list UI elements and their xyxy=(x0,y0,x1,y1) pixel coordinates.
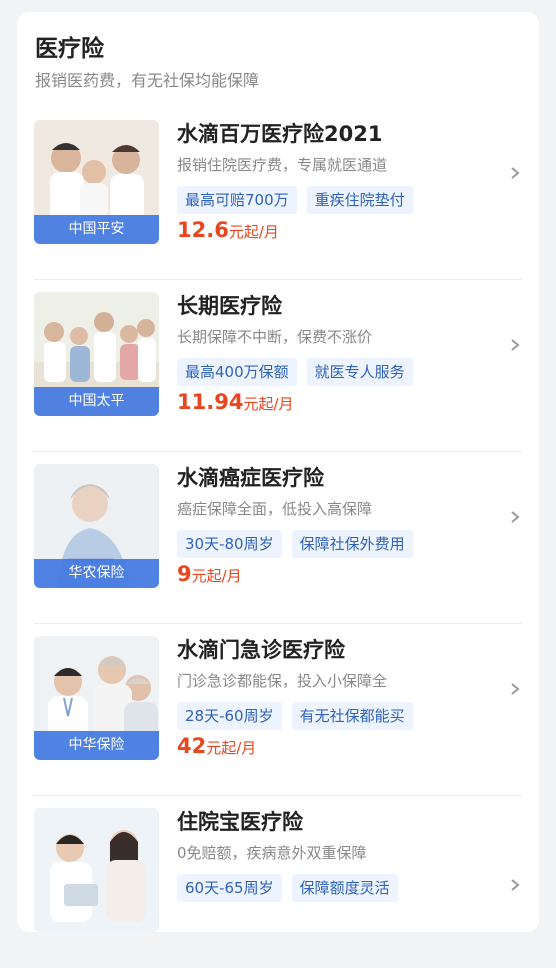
product-price: 11.94元起/月 xyxy=(177,390,294,414)
product-description: 癌症保障全面，低投入高保障 xyxy=(177,500,373,518)
product-item-3[interactable]: 华农保险 水滴癌症医疗险 癌症保障全面，低投入高保障 30天-80周岁 保障社保… xyxy=(34,452,522,624)
product-item-1[interactable]: 中国平安 水滴百万医疗险2021 报销住院医疗费，专属就医通道 最高可赔700万… xyxy=(34,108,522,280)
doctor-elderly-couple-photo-thumbnail: 中华保险 xyxy=(34,636,159,760)
section-title: 医疗险 xyxy=(35,36,104,62)
product-tag: 就医专人服务 xyxy=(306,358,413,386)
chevron-right-icon[interactable] xyxy=(508,878,522,892)
product-description: 0免赔额，疾病意外双重保障 xyxy=(177,844,367,862)
product-price: 12.6元起/月 xyxy=(177,218,279,242)
product-item-2[interactable]: 中国太平 长期医疗险 长期保障不中断，保费不涨价 最高400万保额 就医专人服务… xyxy=(34,280,522,452)
product-tag: 有无社保都能买 xyxy=(291,702,413,730)
price-value: 42 xyxy=(177,734,207,758)
doctor-patient-photo xyxy=(34,808,159,932)
price-value: 9 xyxy=(177,562,192,586)
product-name: 水滴百万医疗险2021 xyxy=(177,122,383,146)
product-tag: 60天-65周岁 xyxy=(177,874,282,902)
product-tag: 重疾住院垫付 xyxy=(306,186,413,214)
product-tag: 最高400万保额 xyxy=(177,358,297,386)
product-tag: 保障社保外费用 xyxy=(291,530,413,558)
product-price: 42元起/月 xyxy=(177,734,256,758)
section-subtitle: 报销医药费，有无社保均能保障 xyxy=(35,71,260,90)
product-tag: 28天-60周岁 xyxy=(177,702,282,730)
price-unit: 元起/月 xyxy=(206,739,257,757)
doctor-patient-photo-thumbnail xyxy=(34,808,159,932)
price-value: 12.6 xyxy=(177,218,229,242)
insurer-label: 中国太平 xyxy=(34,387,159,416)
product-tag: 30天-80周岁 xyxy=(177,530,282,558)
family-photo-thumbnail: 中国平安 xyxy=(34,120,159,244)
product-tags: 最高400万保额 就医专人服务 xyxy=(177,358,413,386)
medical-insurance-card: 医疗险 报销医药费，有无社保均能保障 中国平安 水滴百万医疗险2021 报销住院… xyxy=(17,12,539,932)
insurer-label: 中华保险 xyxy=(34,731,159,760)
product-description: 门诊急诊都能保，投入小保障全 xyxy=(177,672,388,690)
elderly-woman-photo-thumbnail: 华农保险 xyxy=(34,464,159,588)
price-value: 11.94 xyxy=(177,390,244,414)
product-tag: 最高可赔700万 xyxy=(177,186,297,214)
chevron-right-icon[interactable] xyxy=(508,338,522,352)
insurer-label: 华农保险 xyxy=(34,559,159,588)
product-tags: 28天-60周岁 有无社保都能买 xyxy=(177,702,413,730)
insurer-label: 中国平安 xyxy=(34,215,159,244)
chevron-right-icon[interactable] xyxy=(508,510,522,524)
price-unit: 元起/月 xyxy=(243,395,294,413)
product-tags: 最高可赔700万 重疾住院垫付 xyxy=(177,186,413,214)
product-description: 长期保障不中断，保费不涨价 xyxy=(177,328,373,346)
product-description: 报销住院医疗费，专属就医通道 xyxy=(177,156,388,174)
product-name: 住院宝医疗险 xyxy=(177,810,303,834)
product-tags: 60天-65周岁 保障额度灵活 xyxy=(177,874,398,902)
product-tags: 30天-80周岁 保障社保外费用 xyxy=(177,530,413,558)
product-price: 9元起/月 xyxy=(177,562,242,586)
product-item-5[interactable]: 住院宝医疗险 0免赔额，疾病意外双重保障 60天-65周岁 保障额度灵活 xyxy=(34,796,522,968)
family-on-sofa-photo-thumbnail: 中国太平 xyxy=(34,292,159,416)
product-name: 水滴门急诊医疗险 xyxy=(177,638,345,662)
section-header: 医疗险 报销医药费，有无社保均能保障 xyxy=(35,34,259,92)
product-tag: 保障额度灵活 xyxy=(291,874,398,902)
price-unit: 元起/月 xyxy=(191,567,242,585)
product-item-4[interactable]: 中华保险 水滴门急诊医疗险 门诊急诊都能保，投入小保障全 28天-60周岁 有无… xyxy=(34,624,522,796)
price-unit: 元起/月 xyxy=(228,223,279,241)
product-name: 长期医疗险 xyxy=(177,294,282,318)
product-name: 水滴癌症医疗险 xyxy=(177,466,324,490)
chevron-right-icon[interactable] xyxy=(508,166,522,180)
chevron-right-icon[interactable] xyxy=(508,682,522,696)
